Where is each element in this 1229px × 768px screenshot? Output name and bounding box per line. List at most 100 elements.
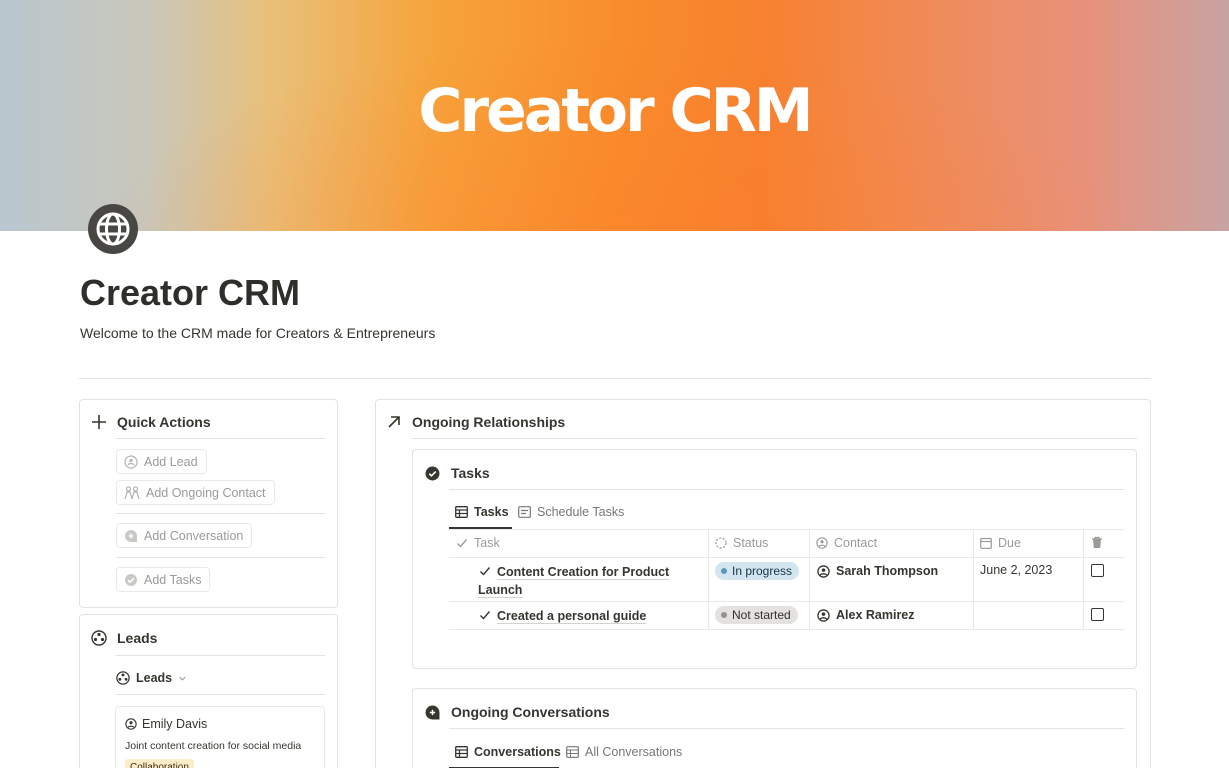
header-underline [116,655,325,656]
checkmark-icon [480,567,491,576]
separator [116,557,325,558]
conversations-card: Ongoing Conversations Conversations All … [412,688,1137,768]
table-row[interactable]: Content Creation for Product Launch [478,563,700,599]
arrow-up-right-icon [388,416,400,428]
tab-conversations-label: Conversations [474,745,561,759]
column-header-contact[interactable]: Contact [816,536,877,550]
table-icon [455,506,468,518]
chevron-down-icon [179,676,186,681]
status-icon [715,537,727,549]
leads-view-icon [116,671,130,685]
table-row-border [449,601,1124,602]
column-header-delete[interactable] [1091,536,1103,549]
task-name-continued[interactable]: Launch [478,581,700,599]
status-label: In progress [732,564,793,578]
trash-icon [1092,536,1102,548]
calendar-icon [980,537,992,549]
lead-card[interactable]: Emily Davis Joint content creation for s… [115,706,325,768]
tab-tasks[interactable]: Tasks [455,505,509,519]
status-badge[interactable]: Not started [715,606,798,624]
leads-title: Leads [117,630,158,646]
header-underline [449,489,1124,490]
checkmark-icon [457,539,468,548]
add-lead-button[interactable]: Add Lead [116,449,207,474]
quick-actions-title: Quick Actions [117,414,211,430]
status-badge[interactable]: In progress [715,562,800,580]
check-circle-icon [425,466,440,480]
task-name[interactable]: Content Creation for Product [480,563,700,581]
conversations-title: Ongoing Conversations [451,704,610,720]
add-ongoing-contact-button[interactable]: Add Ongoing Contact [116,480,275,505]
column-divider [809,529,810,629]
person-icon [817,564,830,578]
people-icon [124,485,140,499]
table-header-border [449,557,1124,558]
add-conversation-button[interactable]: Add Conversation [116,523,253,548]
contact-name: Sarah Thompson [836,564,939,578]
person-icon [816,537,828,549]
column-divider [973,529,974,629]
page-title: Creator CRM [80,272,301,313]
due-date: June 2, 2023 [980,563,1053,577]
add-lead-label: Add Lead [144,454,198,469]
header-underline [449,728,1124,729]
tab-all-conversations[interactable]: All Conversations [566,745,682,759]
chat-icon [425,705,440,719]
contact-link[interactable]: Alex Ramirez [817,608,915,622]
column-header-status[interactable]: Status [715,536,768,550]
tab-conversations[interactable]: Conversations [455,745,561,759]
status-dot [721,568,727,574]
column-header-task[interactable]: Task [456,536,500,550]
separator [116,513,325,514]
column-header-contact-label: Contact [834,536,878,550]
person-icon [125,718,137,730]
relationships-title: Ongoing Relationships [412,414,566,430]
done-checkbox[interactable] [1091,564,1104,577]
add-ongoing-contact-label: Add Ongoing Contact [146,485,266,500]
leads-view-label: Leads [136,671,173,685]
status-label: Not started [732,608,791,622]
table-icon [566,746,579,758]
lead-description: Joint content creation for social media [125,740,302,752]
add-conversation-label: Add Conversation [144,528,244,543]
contact-name: Alex Ramirez [836,608,915,622]
tab-schedule-tasks[interactable]: Schedule Tasks [518,505,624,519]
quick-actions-card: Quick Actions Add Lead Add Ongoing Conta… [79,399,338,608]
table-row-border [449,629,1124,630]
column-header-due[interactable]: Due [980,536,1021,550]
tab-tasks-label: Tasks [474,505,509,519]
calendar-icon [518,506,531,518]
cover-title: Creator CRM [418,76,813,146]
table-top-border [449,529,1124,530]
header-underline [116,438,325,439]
column-header-status-label: Status [733,536,769,550]
table-row[interactable]: Created a personal guide [480,607,700,625]
column-divider [708,529,709,629]
status-dot [721,612,727,618]
leads-icon [91,630,107,646]
globe-icon[interactable] [88,204,138,254]
column-header-task-label: Task [474,536,500,550]
add-tasks-label: Add Tasks [144,572,202,587]
leads-view-selector[interactable]: Leads [116,671,187,685]
lead-name-row: Emily Davis [125,717,207,731]
tasks-title: Tasks [451,465,490,481]
person-icon [817,608,830,622]
task-name[interactable]: Created a personal guide [480,607,700,625]
add-tasks-button[interactable]: Add Tasks [116,567,211,592]
conversations-header: Ongoing Conversations [425,704,610,720]
lead-name: Emily Davis [142,717,208,731]
done-checkbox[interactable] [1091,608,1104,621]
check-circle-icon [125,573,137,586]
column-header-due-label: Due [998,536,1021,550]
page-subtitle: Welcome to the CRM made for Creators & E… [80,325,436,341]
leads-header: Leads [91,630,157,646]
tasks-header: Tasks [425,465,490,481]
lead-tag: Collaboration [125,759,194,768]
cover-banner: Creator CRM [0,0,1229,231]
contact-link[interactable]: Sarah Thompson [817,564,938,578]
divider [79,378,1151,379]
relationships-header: Ongoing Relationships [387,414,565,430]
column-divider [1083,529,1084,629]
checkmark-icon [480,611,491,620]
